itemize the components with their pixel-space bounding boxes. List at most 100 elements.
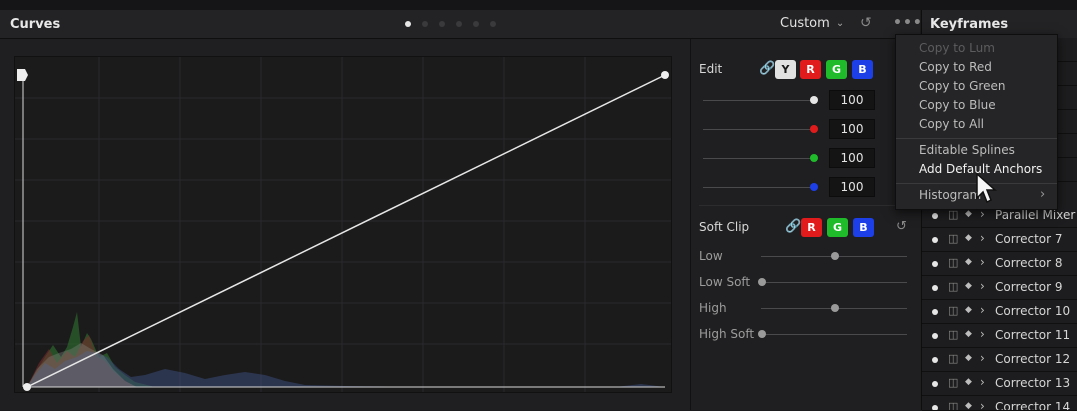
keyframe-row[interactable]: ◫ ◆ › Corrector 11 bbox=[922, 324, 1077, 348]
softclip-g-button[interactable]: G bbox=[827, 218, 848, 237]
low-soft-slider-knob[interactable] bbox=[758, 278, 766, 286]
menu-item-copy-to-lum[interactable]: Copy to Lum bbox=[919, 41, 995, 55]
active-dot-icon[interactable] bbox=[932, 237, 938, 243]
active-dot-icon[interactable] bbox=[932, 213, 938, 219]
expand-arrow-icon[interactable]: › bbox=[980, 231, 985, 245]
page-dot[interactable] bbox=[490, 21, 496, 27]
menu-item-copy-to-blue[interactable]: Copy to Blue bbox=[919, 98, 996, 112]
b-slider[interactable] bbox=[703, 187, 815, 188]
keyframe-diamond-icon[interactable]: ◆ bbox=[965, 329, 972, 339]
active-dot-icon[interactable] bbox=[932, 261, 938, 267]
lock-icon[interactable]: ◫ bbox=[948, 232, 958, 245]
edit-b-button[interactable]: B bbox=[852, 60, 873, 79]
r-value-field[interactable]: 100 bbox=[829, 119, 875, 139]
page-dot[interactable] bbox=[456, 21, 462, 27]
keyframe-diamond-icon[interactable]: ◆ bbox=[965, 377, 972, 387]
reset-icon[interactable]: ↺ bbox=[860, 15, 872, 31]
keyframe-row[interactable]: ◫ ◆ › Corrector 13 bbox=[922, 372, 1077, 396]
r-slider-knob[interactable] bbox=[810, 125, 818, 133]
b-value-field[interactable]: 100 bbox=[829, 177, 875, 197]
r-slider[interactable] bbox=[703, 129, 815, 130]
keyframe-row[interactable]: ◫ ◆ › Corrector 8 bbox=[922, 252, 1077, 276]
reset-icon[interactable]: ↺ bbox=[896, 219, 907, 234]
g-value-field[interactable]: 100 bbox=[829, 148, 875, 168]
keyframe-diamond-icon[interactable]: ◆ bbox=[965, 353, 972, 363]
link-icon[interactable]: 🔗 bbox=[785, 219, 801, 234]
page-dot[interactable] bbox=[473, 21, 479, 27]
expand-arrow-icon[interactable]: › bbox=[980, 351, 985, 365]
g-slider[interactable] bbox=[703, 158, 815, 159]
keyframe-row[interactable]: ◫ ◆ › Corrector 7 bbox=[922, 228, 1077, 252]
lock-icon[interactable]: ◫ bbox=[948, 256, 958, 269]
keyframe-row-label: Parallel Mixer bbox=[995, 208, 1076, 222]
active-dot-icon[interactable] bbox=[932, 381, 938, 387]
low-soft-slider[interactable] bbox=[761, 282, 907, 283]
expand-arrow-icon[interactable]: › bbox=[980, 375, 985, 389]
lock-icon[interactable]: ◫ bbox=[948, 304, 958, 317]
menu-item-editable-splines[interactable]: Editable Splines bbox=[919, 143, 1015, 157]
menu-item-copy-to-green[interactable]: Copy to Green bbox=[919, 79, 1005, 93]
lock-icon[interactable]: ◫ bbox=[948, 352, 958, 365]
menu-item-copy-to-all[interactable]: Copy to All bbox=[919, 117, 984, 131]
keyframe-row-label: Corrector 9 bbox=[995, 280, 1063, 294]
high-soft-slider-knob[interactable] bbox=[758, 330, 766, 338]
keyframe-row-label: Corrector 8 bbox=[995, 256, 1063, 270]
curve-graph[interactable] bbox=[14, 56, 672, 393]
menu-item-copy-to-red[interactable]: Copy to Red bbox=[919, 60, 992, 74]
keyframe-diamond-icon[interactable]: ◆ bbox=[965, 305, 972, 315]
softclip-b-button[interactable]: B bbox=[853, 218, 874, 237]
low-slider-knob[interactable] bbox=[831, 252, 839, 260]
curve-mode-dropdown[interactable]: Custom ⌄ bbox=[780, 16, 844, 31]
expand-arrow-icon[interactable]: › bbox=[980, 303, 985, 317]
link-icon[interactable]: 🔗 bbox=[759, 61, 775, 76]
keyframe-row[interactable]: ◫ ◆ › Corrector 9 bbox=[922, 276, 1077, 300]
active-dot-icon[interactable] bbox=[932, 333, 938, 339]
keyframe-row[interactable]: ◫ ◆ › Corrector 12 bbox=[922, 348, 1077, 372]
chevron-down-icon: ⌄ bbox=[835, 18, 845, 29]
keyframe-diamond-icon[interactable]: ◆ bbox=[965, 209, 972, 219]
menu-item-histogram[interactable]: Histogram bbox=[919, 188, 981, 202]
lock-icon[interactable]: ◫ bbox=[948, 376, 958, 389]
curve-canvas[interactable] bbox=[15, 57, 671, 392]
expand-arrow-icon[interactable]: › bbox=[980, 255, 985, 269]
lock-icon[interactable]: ◫ bbox=[948, 400, 958, 410]
y-slider[interactable] bbox=[703, 100, 815, 101]
lock-icon[interactable]: ◫ bbox=[948, 280, 958, 293]
active-dot-icon[interactable] bbox=[932, 309, 938, 315]
high-slider-knob[interactable] bbox=[831, 304, 839, 312]
keyframe-row[interactable]: ◫ ◆ › Corrector 10 bbox=[922, 300, 1077, 324]
expand-arrow-icon[interactable]: › bbox=[980, 399, 985, 410]
y-slider-knob[interactable] bbox=[810, 96, 818, 104]
active-dot-icon[interactable] bbox=[932, 405, 938, 410]
page-dot[interactable] bbox=[439, 21, 445, 27]
curve-anchor-start[interactable] bbox=[23, 383, 31, 391]
keyframe-row-label: Corrector 13 bbox=[995, 376, 1071, 390]
expand-arrow-icon[interactable]: › bbox=[980, 279, 985, 293]
page-dot[interactable] bbox=[422, 21, 428, 27]
g-slider-knob[interactable] bbox=[810, 154, 818, 162]
histogram bbox=[27, 312, 665, 387]
softclip-r-button[interactable]: R bbox=[801, 218, 822, 237]
page-dots[interactable] bbox=[405, 21, 496, 27]
more-options-icon[interactable]: ••• bbox=[893, 15, 923, 31]
curve-line[interactable] bbox=[26, 74, 666, 388]
curve-controls: Edit 🔗 Y R G B 100 100 100 100 Soft Clip… bbox=[690, 39, 921, 410]
edit-g-button[interactable]: G bbox=[826, 60, 847, 79]
curve-anchor-end[interactable] bbox=[661, 71, 669, 79]
keyframe-diamond-icon[interactable]: ◆ bbox=[965, 233, 972, 243]
edit-r-button[interactable]: R bbox=[800, 60, 821, 79]
high-soft-slider[interactable] bbox=[761, 334, 907, 335]
keyframe-row[interactable]: ◫ ◆ › Corrector 14 bbox=[922, 396, 1077, 411]
keyframe-diamond-icon[interactable]: ◆ bbox=[965, 281, 972, 291]
input-range-handle[interactable] bbox=[17, 69, 28, 81]
active-dot-icon[interactable] bbox=[932, 357, 938, 363]
expand-arrow-icon[interactable]: › bbox=[980, 327, 985, 341]
y-value-field[interactable]: 100 bbox=[829, 90, 875, 110]
lock-icon[interactable]: ◫ bbox=[948, 328, 958, 341]
curves-header: Curves Custom ⌄ ↺ ••• bbox=[0, 10, 923, 39]
active-dot-icon[interactable] bbox=[932, 285, 938, 291]
edit-y-button[interactable]: Y bbox=[775, 60, 796, 79]
b-slider-knob[interactable] bbox=[810, 183, 818, 191]
keyframe-diamond-icon[interactable]: ◆ bbox=[965, 257, 972, 267]
page-dot[interactable] bbox=[405, 21, 411, 27]
